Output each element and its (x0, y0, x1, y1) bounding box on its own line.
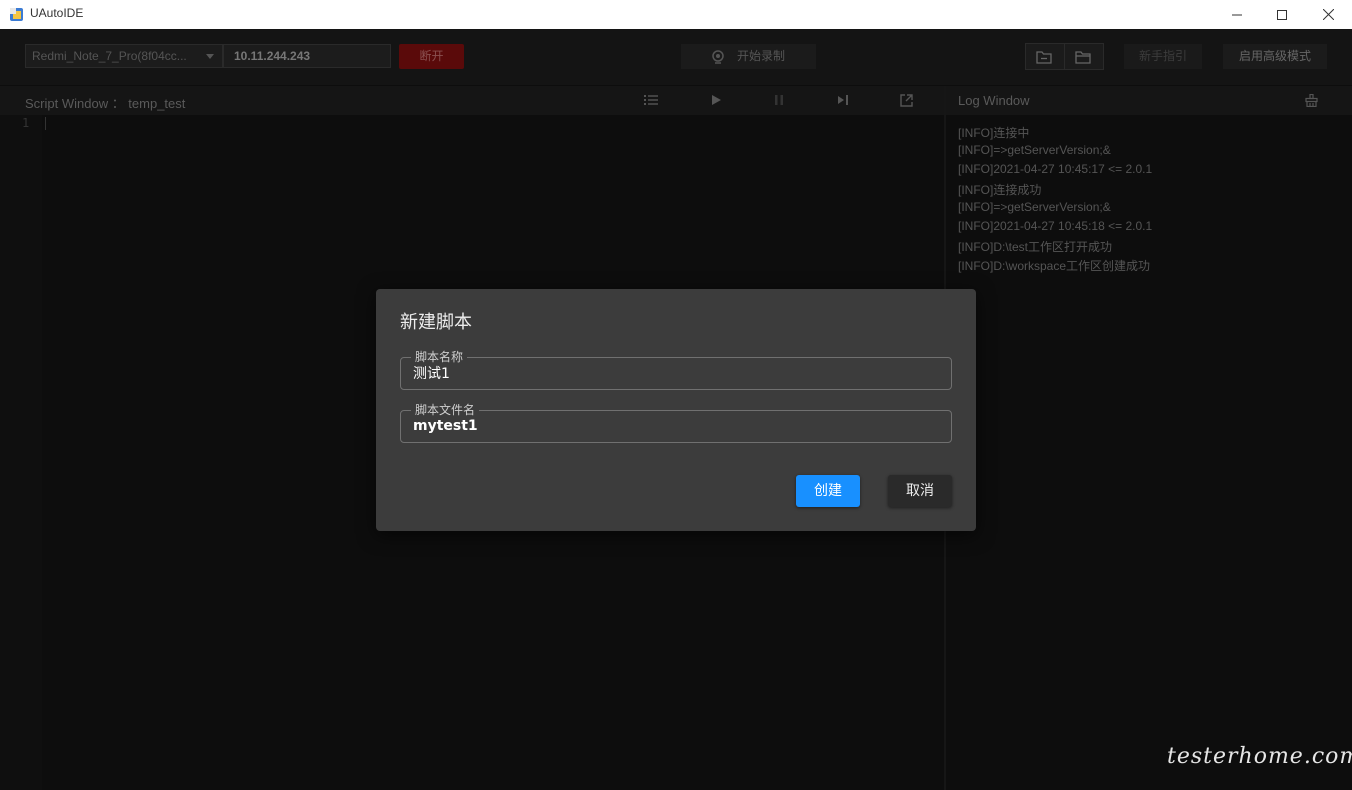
text-cursor (45, 117, 46, 130)
log-line: [INFO]2021-04-27 10:45:18 <= 2.0.1 (958, 219, 1153, 233)
disconnect-button[interactable]: 断开 (399, 44, 464, 69)
log-window-title: Log Window (958, 93, 1030, 108)
log-line: [INFO]D:\workspace工作区创建成功 (958, 259, 1151, 273)
record-label: 开始录制 (737, 49, 786, 63)
device-select-value: Redmi_Note_7_Pro(8f04cc... (32, 49, 187, 63)
guide-button[interactable]: 新手指引 (1124, 44, 1202, 69)
maximize-icon (1277, 9, 1287, 20)
camera-icon (712, 50, 724, 64)
ip-address-input[interactable]: 10.11.244.243 (223, 44, 391, 68)
log-line: [INFO]2021-04-27 10:45:17 <= 2.0.1 (958, 162, 1153, 176)
script-window-header: Script Window ： temp_test (0, 86, 944, 115)
open-folder-icon[interactable] (1075, 50, 1091, 64)
script-window-title: Script Window ： temp_test (25, 96, 186, 111)
chevron-down-icon (206, 54, 214, 59)
title-bar: UAutoIDE (0, 0, 1352, 29)
script-name-input[interactable] (413, 364, 933, 382)
button-separator (1064, 44, 1065, 69)
new-script-dialog: 新建脚本 脚本名称 脚本文件名 创建 取消 (376, 289, 976, 531)
app-icon (10, 8, 23, 21)
script-filename-field[interactable]: 脚本文件名 (400, 402, 952, 443)
log-line: [INFO]连接成功 (958, 183, 1042, 197)
script-filename-input[interactable] (413, 417, 933, 435)
pause-icon[interactable] (773, 94, 785, 106)
cancel-button[interactable]: 取消 (888, 475, 952, 507)
close-button[interactable] (1305, 0, 1351, 29)
window-title: UAutoIDE (30, 6, 84, 20)
log-line: [INFO]=>getServerVersion;& (958, 143, 1111, 157)
maximize-button[interactable] (1259, 0, 1305, 29)
play-icon[interactable] (710, 94, 722, 106)
log-line: [INFO]连接中 (958, 126, 1030, 140)
log-output: [INFO]连接中 [INFO]=>getServerVersion;& [IN… (946, 115, 1352, 790)
minimize-button[interactable] (1214, 0, 1260, 29)
close-icon (1322, 9, 1334, 20)
new-folder-icon[interactable] (1036, 50, 1052, 64)
toolbar: Redmi_Note_7_Pro(8f04cc... 10.11.244.243… (0, 29, 1352, 85)
record-button[interactable]: 开始录制 (681, 44, 816, 69)
log-line: [INFO]=>getServerVersion;& (958, 200, 1111, 214)
step-icon[interactable] (837, 94, 850, 106)
script-filename-label: 脚本文件名 (411, 402, 480, 418)
advanced-mode-button[interactable]: 启用高级模式 (1223, 44, 1327, 69)
create-button[interactable]: 创建 (796, 475, 860, 507)
device-select[interactable]: Redmi_Note_7_Pro(8f04cc... (25, 44, 223, 68)
dialog-title: 新建脚本 (400, 312, 472, 333)
log-window-header: Log Window (946, 86, 1352, 115)
clear-log-icon[interactable] (1305, 94, 1318, 107)
script-name-field[interactable]: 脚本名称 (400, 349, 952, 390)
line-number: 1 (22, 116, 30, 130)
script-name-label: 脚本名称 (411, 349, 468, 365)
watermark: testerhome.com (1167, 744, 1352, 769)
minimize-icon (1232, 14, 1242, 15)
external-link-icon[interactable] (900, 94, 913, 107)
folder-button-group (1025, 43, 1104, 70)
log-line: [INFO]D:\test工作区打开成功 (958, 240, 1113, 254)
list-icon[interactable] (644, 94, 658, 106)
line-gutter: 1 (0, 115, 42, 790)
